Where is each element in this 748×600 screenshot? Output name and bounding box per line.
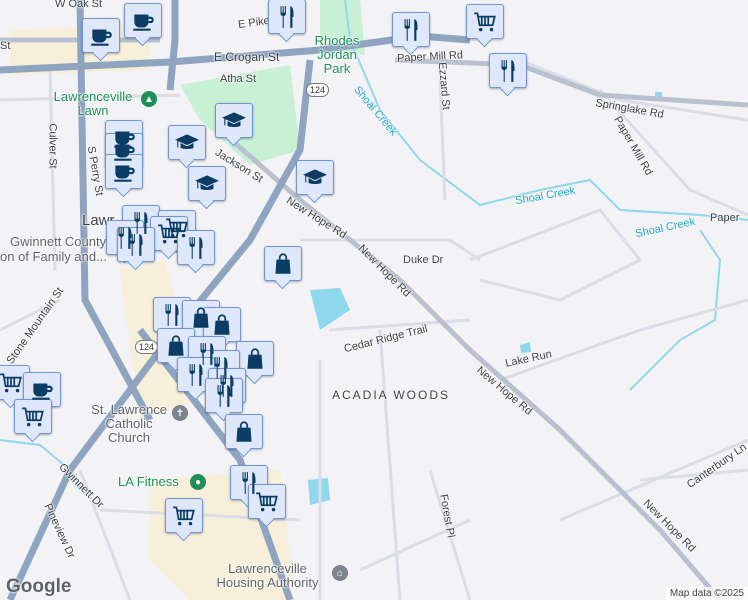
- coffee-pin[interactable]: [82, 18, 120, 53]
- street-label: W Oak St: [55, 0, 103, 10]
- place-label-la-fitness[interactable]: LA Fitness: [118, 474, 179, 489]
- shopping-icon: [275, 252, 291, 274]
- restaurant-icon: [129, 233, 143, 256]
- school-icon: [303, 168, 327, 184]
- school-icon: [222, 111, 246, 127]
- restaurant-pin[interactable]: [489, 53, 527, 88]
- restaurant-icon: [189, 236, 203, 259]
- place-label: on of Family and...: [0, 249, 107, 264]
- grocery-pin[interactable]: [165, 498, 203, 533]
- street-label: Atha St: [220, 73, 257, 85]
- area-label-acadia-woods: ACADIA WOODS: [332, 388, 451, 402]
- place-label-housing-authority[interactable]: Lawrenceville Housing Authority: [210, 562, 325, 590]
- map-attribution[interactable]: Map data ©2025: [665, 587, 748, 600]
- school-icon: [195, 174, 219, 190]
- coffee-pin[interactable]: [124, 3, 162, 38]
- church-icon[interactable]: ✝: [172, 405, 188, 421]
- coffee-icon: [133, 14, 154, 31]
- grocery-icon: [158, 223, 180, 243]
- street-label: Duke Dr: [403, 254, 444, 266]
- coffee-icon: [114, 165, 135, 182]
- place-label: Gwinnett County: [10, 234, 107, 249]
- school-pin[interactable]: [188, 166, 226, 201]
- place-label-st-lawrence-church[interactable]: St. Lawrence Catholic Church: [84, 403, 174, 445]
- school-pin[interactable]: [296, 160, 334, 195]
- restaurant-icon: [189, 363, 203, 386]
- restaurant-icon: [165, 303, 179, 326]
- street-label: Paper: [710, 212, 740, 224]
- shopping-pin[interactable]: [236, 341, 274, 376]
- restaurant-icon: [280, 5, 294, 28]
- shopping-icon: [168, 334, 184, 356]
- fitness-pin-icon[interactable]: ●: [190, 474, 206, 490]
- coffee-icon: [32, 383, 53, 400]
- coffee-pin[interactable]: [105, 154, 143, 189]
- building-icon[interactable]: ⌂: [332, 565, 348, 581]
- restaurant-pin[interactable]: [392, 12, 430, 47]
- school-pin[interactable]: [215, 103, 253, 138]
- park-label-lawrenceville-lawn[interactable]: Lawrenceville Lawn: [48, 90, 138, 118]
- route-124-shield: 124: [306, 83, 330, 97]
- restaurant-icon: [217, 384, 231, 407]
- street-label: Culver St: [46, 123, 59, 169]
- street-label: St: [0, 40, 11, 52]
- shopping-pin[interactable]: [225, 414, 263, 449]
- shopping-icon: [247, 347, 263, 369]
- restaurant-icon: [404, 18, 418, 41]
- coffee-icon: [91, 29, 112, 46]
- park-icon[interactable]: ▲: [141, 91, 157, 107]
- shopping-pin[interactable]: [264, 246, 302, 281]
- shopping-icon: [214, 313, 230, 335]
- shopping-pin[interactable]: [203, 307, 241, 342]
- grocery-pin[interactable]: [248, 484, 286, 519]
- restaurant-pin[interactable]: [268, 0, 306, 34]
- google-logo: Google: [6, 576, 72, 597]
- restaurant-pin[interactable]: [177, 230, 215, 265]
- restaurant-icon: [501, 59, 515, 82]
- grocery-pin[interactable]: [14, 399, 52, 434]
- route-124-shield: 124: [135, 340, 159, 354]
- grocery-icon: [22, 406, 44, 426]
- coffee-pin[interactable]: [23, 372, 61, 407]
- school-icon: [175, 133, 199, 149]
- grocery-icon: [474, 11, 496, 31]
- grocery-icon: [0, 372, 22, 392]
- park-label-rhodes-jordan[interactable]: Rhodes Jordan Park: [307, 34, 367, 76]
- grocery-pin[interactable]: [466, 4, 504, 39]
- school-pin[interactable]: [168, 125, 206, 160]
- shopping-icon: [236, 420, 252, 442]
- grocery-icon: [173, 505, 195, 525]
- grocery-icon: [256, 491, 278, 511]
- street-label: E Crogan St: [214, 50, 280, 64]
